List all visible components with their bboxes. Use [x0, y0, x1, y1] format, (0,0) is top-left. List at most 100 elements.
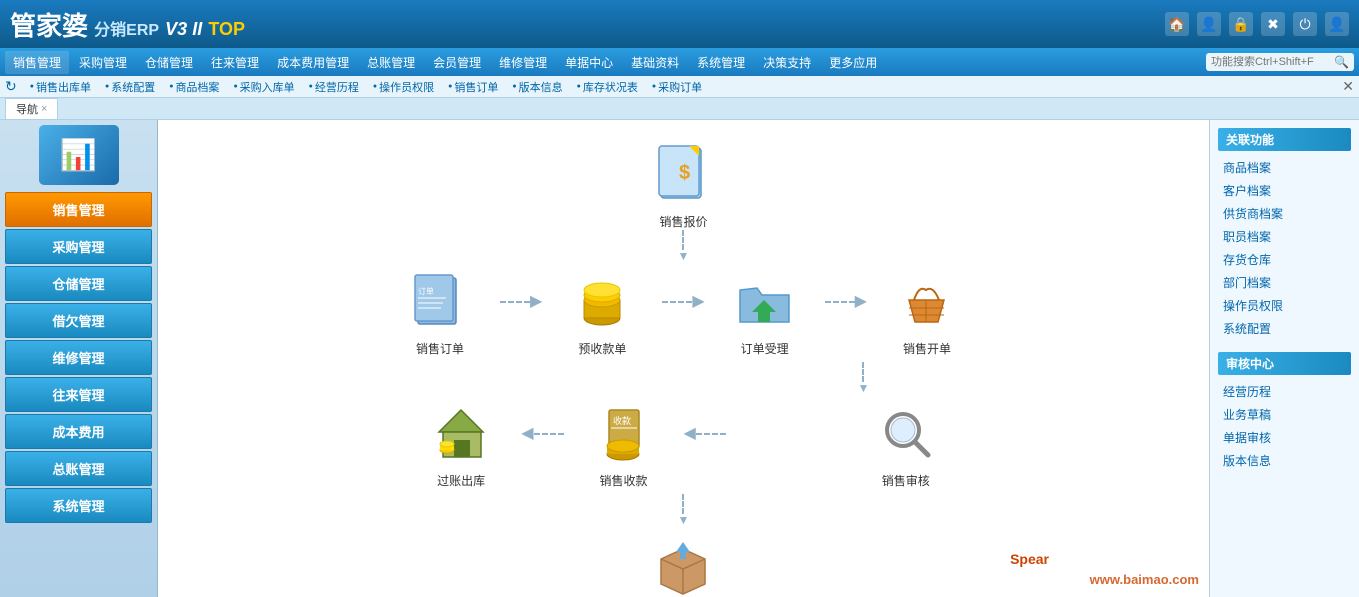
arrow-left-1: ◀ — [521, 426, 563, 442]
refresh-icon[interactable]: ↻ — [5, 78, 17, 95]
tab-sales-order[interactable]: 销售订单 — [442, 77, 504, 97]
menu-receipt[interactable]: 单据中心 — [557, 51, 621, 74]
menu-sales[interactable]: 销售管理 — [5, 51, 69, 74]
lock-icon[interactable]: 🔒 — [1229, 12, 1253, 36]
flow-tuihuo[interactable]: 销售退货 — [624, 531, 744, 597]
link-warehouse[interactable]: 存货仓库 — [1218, 248, 1351, 271]
shenhe-icon — [871, 399, 941, 469]
tab-product[interactable]: 商品档案 — [163, 77, 225, 97]
flow-shouli[interactable]: 订单受理 — [705, 267, 825, 357]
home-icon[interactable]: 🏠 — [1165, 12, 1189, 36]
link-sysconfig[interactable]: 系统配置 — [1218, 317, 1351, 340]
content: $ 销售报价 ▼ — [158, 120, 1209, 597]
search-input[interactable] — [1211, 56, 1331, 68]
menu-decision[interactable]: 决策支持 — [755, 51, 819, 74]
menu-basic[interactable]: 基础资料 — [623, 51, 687, 74]
flow-top: $ 销售报价 ▼ — [624, 140, 744, 262]
link-history[interactable]: 经营历程 — [1218, 380, 1351, 403]
menu-purchase[interactable]: 采购管理 — [71, 51, 135, 74]
flow-kaidan[interactable]: 销售开单 — [867, 267, 987, 357]
menu-warehouse[interactable]: 仓储管理 — [137, 51, 201, 74]
baojia-icon: $ — [649, 140, 719, 210]
connector-row23: ▼ — [858, 362, 870, 394]
flow-row-2: 订单 销售订单 ▶ — [380, 267, 987, 357]
flow-row-3: 过账出库 ◀ 收款 — [401, 399, 966, 489]
nav-tab-item[interactable]: 导航 × — [5, 98, 58, 119]
flow-baojia[interactable]: $ 销售报价 — [624, 140, 744, 230]
svg-text:收款: 收款 — [613, 415, 631, 426]
flow-shenhe[interactable]: 销售审核 — [846, 399, 966, 489]
link-staff[interactable]: 职员档案 — [1218, 225, 1351, 248]
sidebar: 📊 销售管理 采购管理 仓储管理 借欠管理 维修管理 往来管理 成本费用 总账管… — [0, 120, 158, 597]
guozhang-icon — [426, 399, 496, 469]
arrow-down-1: ▼ — [678, 230, 690, 262]
shoukuan-label: 销售收款 — [599, 472, 647, 489]
menu-member[interactable]: 会员管理 — [425, 51, 489, 74]
tab-history[interactable]: 经营历程 — [303, 77, 365, 97]
search-icon[interactable]: 🔍 — [1334, 55, 1349, 69]
arrow-left-2: ◀ — [684, 426, 726, 442]
guozhang-label: 过账出库 — [437, 472, 485, 489]
shouli-label: 订单受理 — [741, 340, 789, 357]
sidebar-ledger[interactable]: 总账管理 — [5, 451, 152, 486]
flow-guozhang[interactable]: 过账出库 — [401, 399, 521, 489]
menu-dealings[interactable]: 往来管理 — [203, 51, 267, 74]
tabsbar: ↻ 销售出库单 系统配置 商品档案 采购入库单 经营历程 操作员权限 销售订单 … — [0, 76, 1359, 98]
related-functions-section: 关联功能 商品档案 客户档案 供货商档案 职员档案 存货仓库 部门档案 操作员权… — [1218, 128, 1351, 340]
sidebar-warehouse[interactable]: 仓储管理 — [5, 266, 152, 301]
kaidan-label: 销售开单 — [903, 340, 951, 357]
tab-sales-out[interactable]: 销售出库单 — [24, 77, 97, 97]
flow-dingdan[interactable]: 订单 销售订单 — [380, 267, 500, 357]
link-audit[interactable]: 单据审核 — [1218, 426, 1351, 449]
sidebar-cost[interactable]: 成本费用 — [5, 414, 152, 449]
sidebar-dealings[interactable]: 往来管理 — [5, 377, 152, 412]
tab-purchase-in[interactable]: 采购入库单 — [227, 77, 300, 97]
sidebar-debt[interactable]: 借欠管理 — [5, 303, 152, 338]
main: 📊 销售管理 采购管理 仓储管理 借欠管理 维修管理 往来管理 成本费用 总账管… — [0, 120, 1359, 597]
menu-system[interactable]: 系统管理 — [689, 51, 753, 74]
baojia-label: 销售报价 — [659, 213, 707, 230]
tab-inventory[interactable]: 库存状况表 — [571, 77, 644, 97]
menu-ledger[interactable]: 总账管理 — [359, 51, 423, 74]
flow-yukuan[interactable]: 预收款单 — [542, 267, 662, 357]
link-version[interactable]: 版本信息 — [1218, 449, 1351, 472]
nav-close-icon[interactable]: × — [41, 103, 47, 115]
tab-version[interactable]: 版本信息 — [506, 77, 568, 97]
sidebar-purchase[interactable]: 采购管理 — [5, 229, 152, 264]
sidebar-sales[interactable]: 销售管理 — [5, 192, 152, 227]
flow-diagram: $ 销售报价 ▼ — [168, 130, 1199, 597]
kaidan-icon — [892, 267, 962, 337]
menu-cost[interactable]: 成本费用管理 — [269, 51, 357, 74]
link-operator[interactable]: 操作员权限 — [1218, 294, 1351, 317]
menu-more[interactable]: 更多应用 — [821, 51, 885, 74]
flow-shoukuan[interactable]: 收款 销售收款 — [564, 399, 684, 489]
link-draft[interactable]: 业务草稿 — [1218, 403, 1351, 426]
sidebar-repair[interactable]: 维修管理 — [5, 340, 152, 375]
link-dept[interactable]: 部门档案 — [1218, 271, 1351, 294]
arrow-right-1: ▶ — [500, 294, 542, 310]
shouli-icon — [730, 267, 800, 337]
close-circle-icon[interactable]: ✖ — [1261, 12, 1285, 36]
search-box[interactable]: 🔍 — [1206, 53, 1354, 71]
tab-purchase-order[interactable]: 采购订单 — [646, 77, 708, 97]
dingdan-icon: 订单 — [405, 267, 475, 337]
user-icon[interactable]: 👤 — [1197, 12, 1221, 36]
link-supplier[interactable]: 供货商档案 — [1218, 202, 1351, 225]
shoukuan-icon: 收款 — [589, 399, 659, 469]
arrow-right-2: ▶ — [662, 294, 704, 310]
link-product[interactable]: 商品档案 — [1218, 156, 1351, 179]
logo: 管家婆 分销ERP V3 II TOP — [10, 6, 245, 43]
sidebar-system[interactable]: 系统管理 — [5, 488, 152, 523]
account-icon[interactable]: 👤 — [1325, 12, 1349, 36]
svg-text:$: $ — [679, 162, 690, 184]
tuihuo-icon — [649, 531, 719, 597]
menu-repair[interactable]: 维修管理 — [491, 51, 555, 74]
nav-tab: 导航 × — [0, 98, 1359, 120]
link-customer[interactable]: 客户档案 — [1218, 179, 1351, 202]
header: 管家婆 分销ERP V3 II TOP 🏠 👤 🔒 ✖ ⏻ 👤 — [0, 0, 1359, 48]
tab-sys-config[interactable]: 系统配置 — [99, 77, 161, 97]
tabs-close-button[interactable]: ✕ — [1342, 78, 1354, 95]
shenhe-label: 销售审核 — [882, 472, 930, 489]
power-icon[interactable]: ⏻ — [1293, 12, 1317, 36]
tab-operator[interactable]: 操作员权限 — [367, 77, 440, 97]
